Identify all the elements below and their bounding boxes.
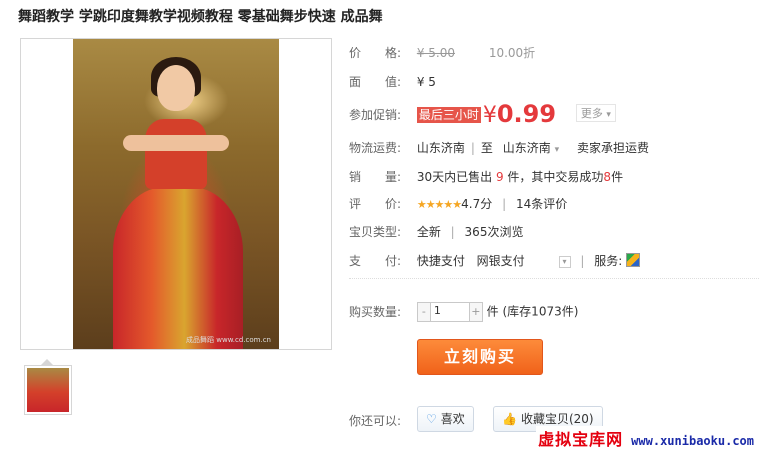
success-count: 8 (603, 170, 612, 184)
decrease-button[interactable]: - (417, 303, 431, 321)
shipping-fee: 卖家承担运费 (576, 141, 649, 155)
sales-row: 销 量: 30天内已售出 9 件，其中交易成功8件 (349, 168, 623, 185)
separator: | (470, 141, 475, 155)
service-label: 服务: (594, 254, 623, 268)
item-condition: 全新 (416, 225, 441, 239)
thumbs-up-icon: 👍 (502, 412, 517, 426)
like-label: 喜欢 (440, 412, 465, 426)
favorite-label: 收藏宝贝(20) (520, 412, 594, 426)
quantity-stepper[interactable]: - 1 + (416, 302, 483, 322)
original-price: ¥ 5.00 (416, 46, 455, 60)
face-value-label: 面 值: (349, 75, 402, 89)
face-value-row: 面 值: ¥ 5 (349, 73, 436, 90)
heart-icon: ♡ (426, 412, 437, 426)
ship-to-label: 至 (480, 141, 493, 155)
actions-row: 你还可以: (349, 412, 413, 429)
face-value: ¥ 5 (416, 75, 436, 89)
ship-to-select[interactable]: 山东济南 ▾ (503, 141, 559, 155)
rating-label: 评 价: (349, 197, 402, 211)
price-row: 价 格: ¥ 5.00 10.00折 (349, 44, 535, 61)
sales-suffix: 件 (611, 170, 624, 184)
star-rating-icon: ★★★★★ (416, 198, 462, 211)
payment-method-quick: 快捷支付 (416, 254, 465, 268)
brand-url: www.xunibaoku.com (631, 434, 754, 448)
discount-text: 10.00折 (488, 46, 536, 60)
shipping-row: 物流运费: 山东济南 | 至 山东济南 ▾ 卖家承担运费 (349, 139, 649, 156)
section-divider (349, 278, 759, 279)
payment-label: 支 付: (349, 254, 402, 268)
more-promos-button[interactable]: 更多 ▾ (575, 104, 616, 122)
separator: | (502, 197, 507, 211)
quantity-label: 购买数量: (349, 304, 402, 319)
product-title: 舞蹈教学 学跳印度舞教学视频教程 零基础舞步快速 成品舞 (18, 9, 383, 25)
promo-price: 0.99 (496, 100, 557, 128)
service-badge-icon[interactable] (626, 253, 641, 267)
price-label: 价 格: (349, 46, 402, 60)
image-watermark: 成品舞蹈 www.cd.com.cn (186, 336, 271, 344)
sold-count: 9 (495, 170, 504, 184)
payment-row: 支 付: 快捷支付 网银支付 ▾ | 服务: (349, 252, 641, 269)
promo-currency: ¥ (482, 103, 497, 128)
quantity-row: 购买数量: - 1 + 件 (库存1073件) (349, 302, 578, 322)
item-type-row: 宝贝类型: 全新 | 365次浏览 (349, 223, 523, 240)
promo-tag: 最后三小时 (416, 107, 481, 123)
ship-from: 山东济南 (416, 141, 465, 155)
more-label: 更多 (580, 107, 603, 120)
rating-score: 4.7分 (461, 197, 493, 211)
chevron-down-icon: ▾ (606, 110, 611, 120)
buy-now-button[interactable]: 立刻购买 (417, 339, 543, 375)
dancer-photo: 成品舞蹈 www.cd.com.cn (73, 39, 279, 349)
sales-mid: 件，其中交易成功 (507, 170, 604, 184)
separator: | (450, 225, 455, 239)
stock-count: (库存1073件) (502, 304, 579, 319)
review-count-link[interactable]: 14条评价 (516, 197, 567, 211)
separator: | (580, 254, 585, 268)
quantity-unit: 件 (486, 304, 499, 319)
site-watermark: 虚拟宝库网 www.xunibaoku.com (536, 426, 756, 450)
payment-method-bank: 网银支付 (476, 254, 525, 268)
sales-prefix: 30天内已售出 (416, 170, 493, 184)
increase-button[interactable]: + (468, 303, 482, 321)
thumbnail-1[interactable] (24, 365, 72, 415)
shipping-label: 物流运费: (349, 141, 402, 155)
payment-dropdown-icon[interactable]: ▾ (558, 256, 571, 268)
sales-label: 销 量: (349, 170, 402, 184)
view-count: 365次浏览 (464, 225, 524, 239)
quantity-input[interactable]: 1 (434, 304, 441, 317)
promo-label: 参加促销: (349, 108, 402, 122)
chevron-down-icon: ▾ (554, 145, 560, 155)
like-button[interactable]: ♡ 喜欢 (417, 406, 474, 432)
promo-row: 参加促销: 最后三小时 ¥0.99 更多 ▾ (349, 100, 616, 128)
actions-label: 你还可以: (349, 414, 402, 428)
item-type-label: 宝贝类型: (349, 225, 402, 239)
main-product-image[interactable]: 成品舞蹈 www.cd.com.cn (20, 38, 332, 350)
rating-row: 评 价: ★★★★★4.7分 | 14条评价 (349, 195, 567, 212)
brand-name: 虚拟宝库网 (538, 430, 624, 449)
